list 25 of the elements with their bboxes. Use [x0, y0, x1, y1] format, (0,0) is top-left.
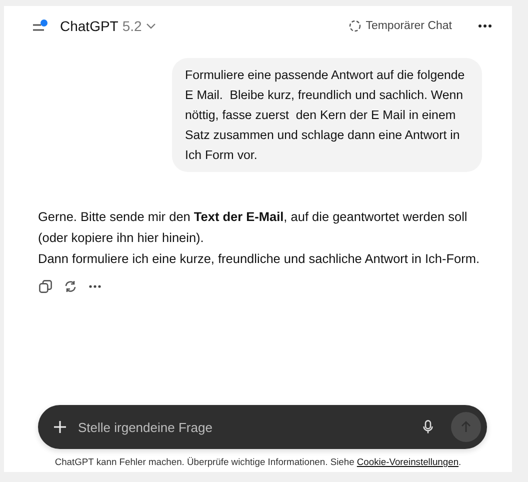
cookie-settings-link[interactable]: Cookie-Voreinstellungen [356, 456, 459, 467]
attach-button[interactable] [54, 421, 66, 433]
microphone-icon [423, 420, 433, 434]
chevron-down-icon [146, 23, 156, 29]
copy-icon [39, 280, 52, 293]
temporary-chat-button[interactable]: Temporärer Chat [348, 20, 452, 32]
regenerate-button[interactable] [64, 280, 77, 293]
model-selector[interactable]: ChatGPT 5.2 [60, 18, 156, 34]
more-icon [89, 285, 101, 288]
microphone-button[interactable] [423, 420, 433, 434]
input-field[interactable]: Stelle irgendeine Frage [78, 420, 411, 434]
more-button[interactable] [478, 24, 492, 28]
more-button[interactable] [89, 285, 101, 288]
disclaimer-text: ChatGPT kann Fehler machen. Überprüfe wichtige Informationen. Siehe Cookie-Voreinstellungen. [54, 456, 462, 467]
message-composer[interactable]: Stelle irgendeine Frage [38, 405, 487, 449]
copy-button[interactable] [39, 280, 52, 293]
dashed-circle-icon [348, 20, 361, 32]
refresh-icon [64, 280, 77, 293]
assistant-message: Dann formuliere ich eine kurze, freundliche und sachliche Antwort in Ich-Form. [38, 250, 480, 268]
plus-icon [54, 421, 66, 433]
more-icon [478, 24, 492, 28]
assistant-message: Gerne. Bitte sende mir den Text der E-Mail, auf die geantwortet werden soll (oder kopiere ihn hier hinein). [38, 208, 468, 247]
user-message: Formuliere eine passende Antwort auf die folgende E Mail. Bleibe kurz, freundlich und sachlich. Wenn nöttig, fasse zuerst den Kern der E Mail in einem Satz zusammen und schlage dann eine Antwort in Ich Form vor. [172, 58, 482, 172]
sidebar-icon[interactable] [32, 19, 48, 33]
arrow-up-icon [461, 421, 471, 433]
